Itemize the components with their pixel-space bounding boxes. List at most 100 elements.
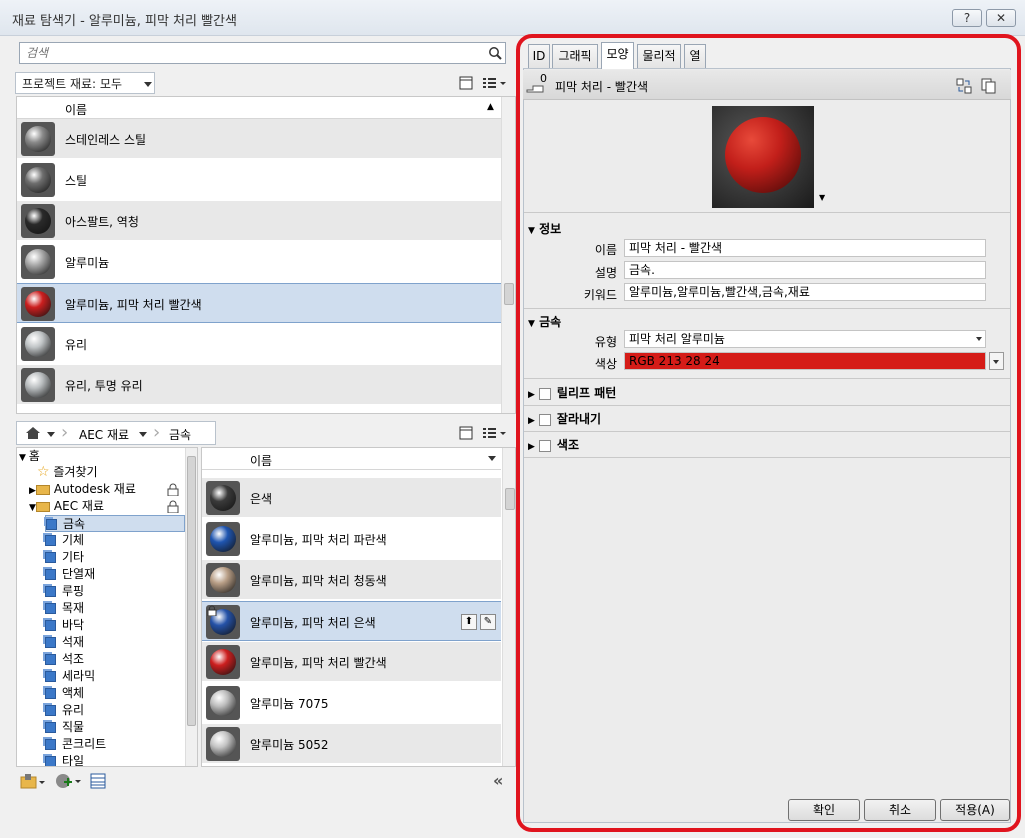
asset-browser-icon[interactable] xyxy=(90,773,106,789)
library-icon xyxy=(45,739,56,750)
tree-scrollbar[interactable] xyxy=(185,448,197,766)
section-checkbox[interactable] xyxy=(538,387,551,400)
tree-category[interactable]: 액체 xyxy=(45,685,185,702)
chevron-down-icon xyxy=(144,82,152,87)
project-list-header[interactable]: 이름 ▲ xyxy=(17,97,501,119)
list-item[interactable]: 알루미늄, 피막 처리 청동색 xyxy=(202,560,501,600)
tab-2[interactable]: 모양 xyxy=(601,42,634,69)
library-list-header[interactable]: 이름 xyxy=(202,448,501,470)
list-view-icon[interactable] xyxy=(482,76,506,90)
list-item[interactable]: 은색 xyxy=(202,478,501,518)
type-value: 피막 처리 알루미늄 xyxy=(629,332,725,346)
list-item[interactable]: 알루미늄, 피막 처리 빨간색 xyxy=(17,283,501,323)
help-button[interactable]: ? xyxy=(952,9,982,27)
search-icon[interactable] xyxy=(488,46,502,60)
collapsed-section[interactable]: ▶ 잘라내기 xyxy=(528,410,601,427)
collapsed-section[interactable]: ▶ 색조 xyxy=(528,436,579,453)
open-library-icon[interactable] xyxy=(20,773,46,789)
home-icon[interactable] xyxy=(25,426,41,440)
project-filter-dropdown[interactable]: 프로젝트 재료: 모두 xyxy=(15,72,155,94)
list-item[interactable]: 알루미늄 xyxy=(17,242,501,282)
list-item[interactable]: ⬆ ✎ 알루미늄, 피막 처리 은색 xyxy=(202,601,501,641)
view-toggle-icon[interactable] xyxy=(459,426,473,440)
add-to-project-button[interactable]: ⬆ xyxy=(461,614,477,630)
section-checkbox[interactable] xyxy=(538,413,551,426)
list-item[interactable]: 알루미늄, 피막 처리 파란색 xyxy=(202,519,501,559)
tree-category[interactable]: 금속 xyxy=(45,515,185,532)
cancel-button[interactable]: 취소 xyxy=(864,799,936,821)
tree-category[interactable]: 바닥 xyxy=(45,617,185,634)
breadcrumb-aec[interactable]: AEC 재료 xyxy=(79,426,129,443)
metal-section-header[interactable]: ▼ 금속 xyxy=(528,313,561,330)
preview-options-icon[interactable]: ▼ xyxy=(819,193,825,202)
tab-0[interactable]: ID xyxy=(528,44,550,68)
divider xyxy=(524,378,1010,379)
list-item[interactable]: 알루미늄, 피막 처리 빨간색 xyxy=(202,642,501,682)
project-scroll-thumb[interactable] xyxy=(504,283,514,305)
tree-category[interactable]: 석조 xyxy=(45,651,185,668)
tree-category-label: 금속 xyxy=(63,517,86,531)
breadcrumb-separator: › xyxy=(61,422,69,443)
section-checkbox[interactable] xyxy=(538,439,551,452)
list-item[interactable]: 유리 xyxy=(17,324,501,364)
tab-3[interactable]: 물리적 xyxy=(637,44,681,68)
replace-asset-icon[interactable] xyxy=(956,78,972,94)
tree-category[interactable]: 루핑 xyxy=(45,583,185,600)
edit-material-button[interactable]: ✎ xyxy=(480,614,496,630)
breadcrumb-metal[interactable]: 금속 xyxy=(169,426,191,443)
close-button[interactable]: ✕ xyxy=(986,9,1016,27)
tree-category[interactable]: 목재 xyxy=(45,600,185,617)
tree-aec-label: AEC 재료 xyxy=(53,499,104,513)
tab-1[interactable]: 그래픽 xyxy=(552,44,598,68)
description-field[interactable]: 금속. xyxy=(624,261,986,279)
view-toggle-icon[interactable] xyxy=(459,76,473,90)
tree-category[interactable]: 단열재 xyxy=(45,566,185,583)
tree-category[interactable]: 유리 xyxy=(45,702,185,719)
tree-aec[interactable]: ▼ AEC 재료 xyxy=(29,498,184,515)
apply-button[interactable]: 적용(A) xyxy=(940,799,1010,821)
chevron-down-icon[interactable] xyxy=(47,432,55,437)
tree-autodesk[interactable]: ▶ Autodesk 재료 xyxy=(29,481,184,498)
material-label: 스테인레스 스틸 xyxy=(65,133,147,147)
library-icon xyxy=(46,519,57,530)
list-item[interactable]: 알루미늄 7075 xyxy=(202,683,501,723)
search-input[interactable] xyxy=(26,45,476,61)
project-scrollbar[interactable] xyxy=(501,97,515,413)
list-view-icon[interactable] xyxy=(482,426,506,440)
list-item[interactable]: 아스팔트, 역청 xyxy=(17,201,501,241)
material-label: 아스팔트, 역청 xyxy=(65,215,139,229)
tree-category[interactable]: 기체 xyxy=(45,532,185,549)
collapse-panel-icon[interactable]: « xyxy=(493,771,503,790)
tree-favorites[interactable]: ☆ 즐겨찾기 xyxy=(37,464,98,481)
list-item[interactable]: 알루미늄 5052 xyxy=(202,724,501,764)
tree-home[interactable]: ▼ 홈 xyxy=(19,448,40,465)
library-breadcrumb: › AEC 재료 › 금속 xyxy=(16,421,216,445)
library-icon xyxy=(45,654,56,665)
chevron-down-icon[interactable] xyxy=(139,432,147,437)
name-field[interactable]: 피막 처리 - 빨간색 xyxy=(624,239,986,257)
color-field[interactable]: RGB 213 28 24 xyxy=(624,352,986,370)
keywords-field[interactable]: 알루미늄,알루미늄,빨간색,금속,재료 xyxy=(624,283,986,301)
library-scrollbar[interactable] xyxy=(502,448,515,766)
list-item[interactable]: 스테인레스 스틸 xyxy=(17,119,501,159)
material-label: 은색 xyxy=(250,492,273,506)
color-options-button[interactable] xyxy=(989,352,1004,370)
create-material-icon[interactable] xyxy=(54,772,82,790)
type-select[interactable]: 피막 처리 알루미늄 xyxy=(624,330,986,348)
tree-category[interactable]: 콘크리트 xyxy=(45,736,185,753)
tree-category[interactable]: 세라믹 xyxy=(45,668,185,685)
tab-4[interactable]: 열 xyxy=(684,44,706,68)
library-scroll-thumb[interactable] xyxy=(505,488,515,510)
tree-category[interactable]: 직물 xyxy=(45,719,185,736)
collapsed-section[interactable]: ▶ 릴리프 패턴 xyxy=(528,384,616,401)
tree-category[interactable]: 타일 xyxy=(45,753,185,766)
list-item[interactable]: 스틸 xyxy=(17,160,501,200)
list-item[interactable]: 유리, 투명 유리 xyxy=(17,365,501,405)
tree-scroll-thumb[interactable] xyxy=(187,456,196,726)
info-section-header[interactable]: ▼ 정보 xyxy=(528,220,561,237)
tree-category[interactable]: 석재 xyxy=(45,634,185,651)
search-box[interactable] xyxy=(19,42,506,64)
duplicate-asset-icon[interactable] xyxy=(981,78,997,94)
ok-button[interactable]: 확인 xyxy=(788,799,860,821)
tree-category[interactable]: 기타 xyxy=(45,549,185,566)
